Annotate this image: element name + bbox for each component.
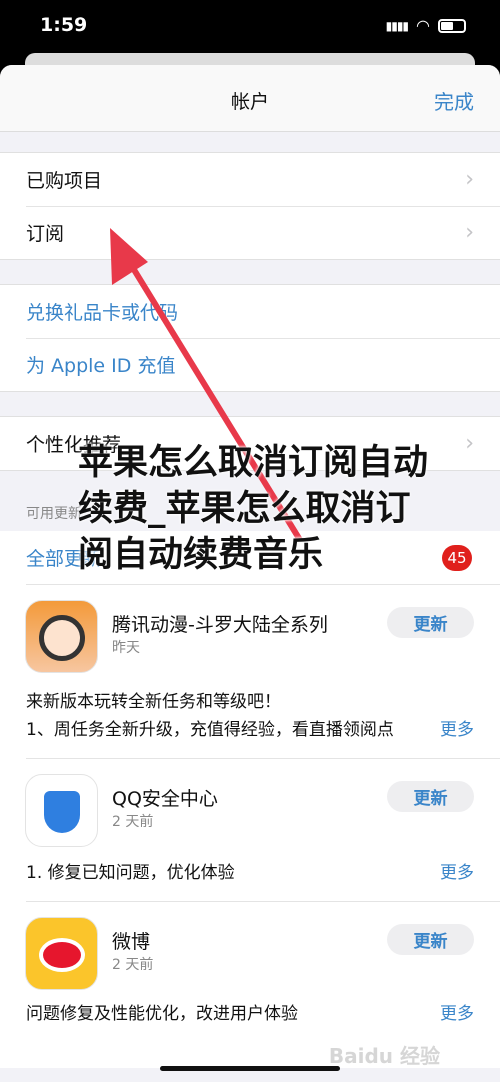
overlay-title: 苹果怎么取消订阅自动续费_苹果怎么取消订阅自动续费音乐 (78, 443, 429, 575)
home-indicator[interactable] (160, 1066, 340, 1071)
baidu-watermark: Baidu 经验 (328, 1044, 440, 1068)
